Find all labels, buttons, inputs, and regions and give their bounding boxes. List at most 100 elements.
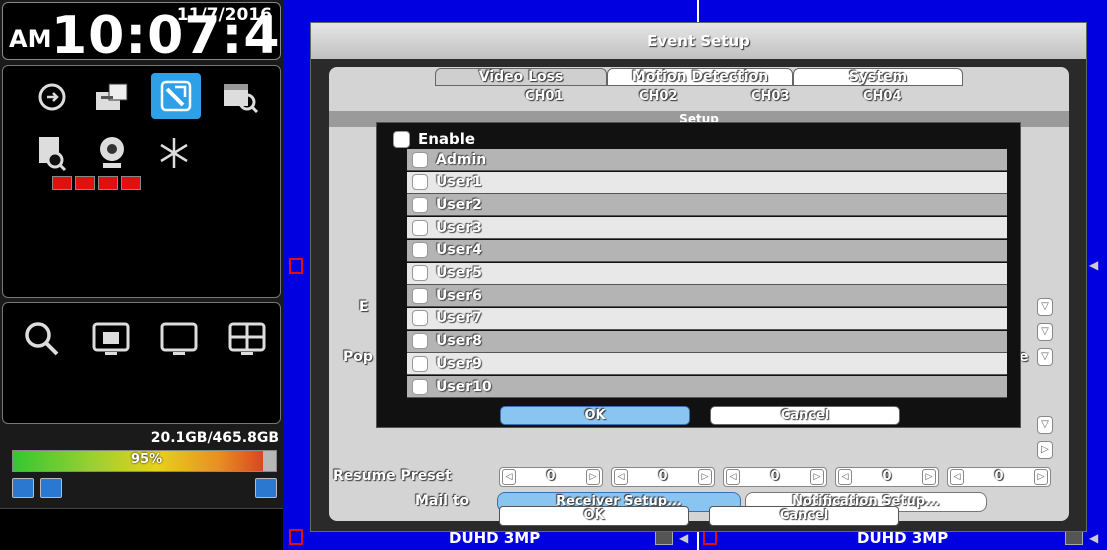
playback-icon[interactable]	[27, 74, 77, 120]
popup-cancel-button[interactable]: Cancel	[710, 406, 900, 425]
ok-button[interactable]: OK	[499, 506, 689, 526]
user-name: User4	[436, 242, 482, 259]
enable-row[interactable]: Enable	[393, 129, 475, 149]
user-checkbox[interactable]	[412, 378, 428, 395]
list-item[interactable]: Admin	[407, 149, 1007, 171]
user-checkbox[interactable]	[412, 219, 428, 236]
tab-system[interactable]: System	[793, 68, 963, 86]
channel-label: CH01	[525, 89, 564, 104]
user-checkbox[interactable]	[412, 355, 428, 372]
row-label-e: E	[359, 299, 369, 315]
storage-percent-label: 95%	[131, 452, 163, 467]
search-icon[interactable]	[17, 316, 67, 361]
storage-free-segment	[262, 451, 276, 471]
list-item[interactable]: User1	[407, 171, 1007, 194]
list-item[interactable]: User7	[407, 307, 1007, 330]
dropdown-arrow[interactable]: ▽	[1037, 323, 1053, 341]
log-search-icon[interactable]	[27, 130, 77, 176]
channel-label: CH03	[751, 89, 790, 104]
sidebar-footer	[0, 508, 283, 550]
user-name: User1	[436, 174, 482, 191]
channel-indicator	[75, 176, 95, 190]
speaker-icon: ◀	[679, 531, 689, 545]
main-menu-panel	[2, 65, 281, 298]
status-icons	[12, 478, 277, 500]
list-item[interactable]: User5	[407, 262, 1007, 285]
channel-indicator	[52, 176, 72, 190]
channel-label: CH04	[863, 89, 902, 104]
dropdown-arrow[interactable]: ▽	[1037, 416, 1053, 434]
single-view-icon[interactable]	[155, 316, 205, 361]
quad-view-icon[interactable]	[223, 316, 273, 361]
schedule-search-icon[interactable]	[215, 74, 265, 120]
dialog-title: Event Setup	[311, 23, 1086, 59]
tab-video-loss[interactable]: Video Loss	[435, 68, 607, 86]
user-checkbox[interactable]	[412, 151, 428, 168]
speaker-icon: ◀	[1089, 258, 1099, 272]
popup-ok-button[interactable]: OK	[500, 406, 690, 425]
receiver-setup-popup: Enable Admin User1 User2 User3 User4 Use…	[376, 122, 1021, 428]
tab-motion-detection[interactable]: Motion Detection	[607, 68, 793, 86]
resume-preset-label: Resume Preset	[333, 468, 452, 484]
channel-label: CH02	[639, 89, 678, 104]
record-icon	[289, 529, 303, 545]
user-checkbox[interactable]	[412, 333, 428, 350]
resume-preset-stepper[interactable]: ◁ 0 ▷	[611, 467, 715, 487]
resume-preset-stepper[interactable]: ◁ 0 ▷	[835, 467, 939, 487]
user-name: Admin	[436, 151, 487, 168]
clock-time: 10:07:49	[51, 6, 318, 66]
storage-usage-text: 20.1GB/465.8GB	[150, 430, 279, 446]
camera-icon[interactable]	[87, 130, 137, 176]
network-icon	[12, 478, 34, 498]
record-icon	[289, 258, 303, 274]
backup-icon[interactable]	[87, 74, 137, 120]
enable-checkbox[interactable]	[393, 130, 410, 148]
enable-label: Enable	[418, 130, 476, 148]
channel-status-indicators	[52, 176, 141, 190]
sidebar: 11/7/2016 AM 10:07:49 20.1GB/465.8GB 95%	[0, 0, 317, 550]
list-item[interactable]: User3	[407, 217, 1007, 240]
clock-ampm: AM	[9, 25, 52, 53]
stepper-arrow[interactable]: ▷	[1037, 441, 1053, 459]
freeze-icon[interactable]	[149, 130, 199, 176]
list-item[interactable]: User9	[407, 353, 1007, 376]
user-name: User6	[436, 287, 482, 304]
user-name: User9	[436, 355, 482, 372]
dropdown-arrow[interactable]: ▽	[1037, 298, 1053, 316]
cancel-button[interactable]: Cancel	[709, 506, 899, 526]
list-item[interactable]: User6	[407, 285, 1007, 308]
user-name: User7	[436, 310, 482, 327]
user-checkbox[interactable]	[412, 265, 428, 281]
user-checkbox[interactable]	[412, 174, 428, 191]
resume-preset-stepper[interactable]: ◁ 0 ▷	[723, 467, 827, 487]
channel-indicator	[98, 176, 118, 190]
user-name: User2	[436, 196, 482, 213]
usb-icon	[40, 478, 62, 498]
resume-preset-stepper[interactable]: ◁ 0 ▷	[947, 467, 1051, 487]
user-name: User10	[436, 378, 492, 395]
user-checkbox[interactable]	[412, 242, 428, 259]
resume-preset-stepper[interactable]: ◁ 0 ▷	[499, 467, 603, 487]
dropdown-arrow[interactable]: ▽	[1037, 348, 1053, 366]
list-item[interactable]: User10	[407, 376, 1007, 398]
setup-icon[interactable]	[151, 73, 201, 119]
user-checkbox[interactable]	[412, 196, 428, 213]
camera-status-icon	[655, 531, 673, 545]
user-checkbox[interactable]	[412, 287, 428, 304]
camera-status-icon	[1065, 531, 1083, 545]
user-checkbox[interactable]	[412, 310, 428, 327]
user-icon[interactable]	[255, 478, 277, 498]
channel-indicator	[121, 176, 141, 190]
list-item[interactable]: User8	[407, 330, 1007, 353]
list-item[interactable]: User2	[407, 194, 1007, 217]
list-item[interactable]: User4	[407, 239, 1007, 262]
storage-usage-bar: 95%	[12, 450, 277, 472]
view-panel	[2, 302, 281, 424]
user-name: User3	[436, 219, 482, 236]
clock-panel: 11/7/2016 AM 10:07:49	[2, 2, 317, 65]
speaker-icon: ◀	[1089, 531, 1099, 545]
user-name: User8	[436, 333, 482, 350]
row-label-pop: Pop	[343, 349, 373, 365]
pip-view-icon[interactable]	[87, 316, 137, 361]
mail-to-label: Mail to	[415, 493, 470, 509]
